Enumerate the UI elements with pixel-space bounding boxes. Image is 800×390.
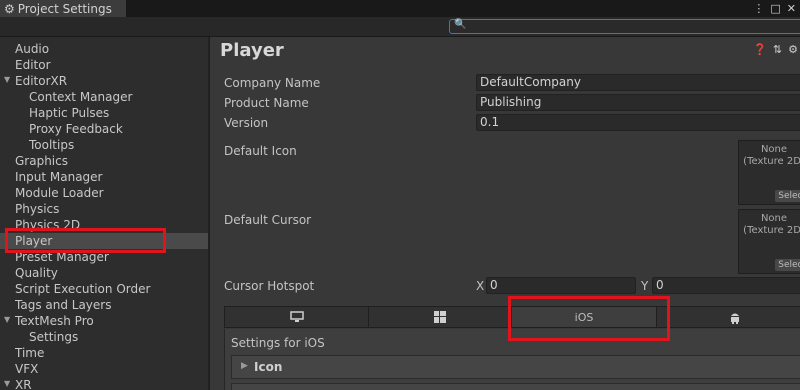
search-input[interactable]: 🔍 <box>449 19 800 34</box>
window-buttons: ⋮ □ ✕ <box>753 0 800 17</box>
sidebar-item-editorxr[interactable]: EditorXR <box>15 73 67 89</box>
player-highlight-box <box>5 228 166 253</box>
toolbar: 🔍 <box>0 17 800 37</box>
sidebar-item-time[interactable]: Time <box>15 345 44 361</box>
version-label: Version <box>224 116 269 130</box>
sidebar-item-haptic-pulses[interactable]: Haptic Pulses <box>29 105 109 121</box>
icon-foldout-label: Icon <box>254 360 283 374</box>
hotspot-x-field[interactable]: 0 <box>486 277 636 294</box>
select-texture-button[interactable]: Select <box>775 190 800 202</box>
title-bar: ⚙ Project Settings ⋮ □ ✕ <box>0 0 800 17</box>
sidebar-item-quality[interactable]: Quality <box>15 265 58 281</box>
foldout-arrow-icon: ▶ <box>241 361 248 371</box>
gear-icon: ⚙ <box>4 1 15 16</box>
sidebar-item-module-loader[interactable]: Module Loader <box>15 185 104 201</box>
maximize-icon[interactable]: □ <box>770 2 780 15</box>
settings-sidebar: Audio Editor ▼ EditorXR Context Manager … <box>0 37 209 390</box>
texture-none-text: None <box>760 144 788 155</box>
default-cursor-label: Default Cursor <box>224 213 312 227</box>
texture-none-text: None <box>760 213 788 224</box>
cursor-hotspot-label: Cursor Hotspot <box>224 279 315 293</box>
expand-arrow-icon[interactable]: ▼ <box>4 75 10 84</box>
default-icon-texture-slot[interactable]: None (Texture 2D) Select <box>738 140 800 205</box>
android-icon <box>731 313 739 324</box>
sidebar-item-graphics[interactable]: Graphics <box>15 153 68 169</box>
tab-standalone[interactable] <box>225 307 369 327</box>
sidebar-item-xr[interactable]: XR <box>15 377 32 390</box>
header-icons: ❓ ⇅ ⚙ <box>753 43 798 56</box>
project-settings-tab[interactable]: ⚙ Project Settings <box>0 0 126 17</box>
settings-for-label: Settings for iOS <box>231 336 325 350</box>
close-icon[interactable]: ✕ <box>787 2 796 15</box>
sidebar-item-audio[interactable]: Audio <box>15 41 49 57</box>
product-name-field[interactable]: Publishing <box>476 94 800 111</box>
expand-arrow-icon[interactable]: ▼ <box>4 315 10 324</box>
sidebar-item-settings[interactable]: Settings <box>29 329 78 345</box>
company-name-label: Company Name <box>224 76 321 90</box>
sidebar-item-input-manager[interactable]: Input Manager <box>15 169 103 185</box>
player-settings-panel: Player ❓ ⇅ ⚙ Company Name DefaultCompany… <box>210 37 800 390</box>
expand-arrow-icon[interactable]: ▼ <box>4 379 10 388</box>
window-title: Project Settings <box>17 1 112 16</box>
windows-icon <box>434 311 446 323</box>
product-name-label: Product Name <box>224 96 309 110</box>
hotspot-y-field[interactable]: 0 <box>652 277 800 294</box>
page-title: Player <box>220 40 284 61</box>
sidebar-item-vfx[interactable]: VFX <box>15 361 38 377</box>
hotspot-x-label: X <box>476 279 485 293</box>
sidebar-item-textmesh-pro[interactable]: TextMesh Pro <box>15 313 94 329</box>
default-icon-label: Default Icon <box>224 144 297 158</box>
settings-gear-icon[interactable]: ⚙ <box>788 43 798 56</box>
tab-android[interactable] <box>657 307 800 327</box>
version-field[interactable]: 0.1 <box>476 114 800 131</box>
tab-windows[interactable] <box>369 307 512 327</box>
search-icon: 🔍 <box>454 19 467 30</box>
default-cursor-texture-slot[interactable]: None (Texture 2D) Select <box>738 209 800 274</box>
sidebar-item-script-execution-order[interactable]: Script Execution Order <box>15 281 150 297</box>
company-name-field[interactable]: DefaultCompany <box>476 74 800 91</box>
next-foldout[interactable] <box>231 383 800 390</box>
hotspot-y-label: Y <box>641 279 649 293</box>
sidebar-item-context-manager[interactable]: Context Manager <box>29 89 132 105</box>
texture-type-text: (Texture 2D) <box>743 225 800 236</box>
more-vert-icon[interactable]: ⋮ <box>753 2 764 15</box>
ios-tab-highlight-box <box>508 296 670 341</box>
sidebar-item-proxy-feedback[interactable]: Proxy Feedback <box>29 121 123 137</box>
sidebar-item-editor[interactable]: Editor <box>15 57 51 73</box>
sidebar-item-physics[interactable]: Physics <box>15 201 59 217</box>
preset-icon[interactable]: ⇅ <box>773 43 782 56</box>
icon-foldout[interactable]: ▶ Icon <box>231 355 800 379</box>
texture-type-text: (Texture 2D) <box>743 156 800 167</box>
monitor-icon <box>289 311 304 322</box>
help-icon[interactable]: ❓ <box>753 43 767 56</box>
select-texture-button[interactable]: Select <box>775 259 800 271</box>
sidebar-item-tooltips[interactable]: Tooltips <box>29 137 74 153</box>
sidebar-item-tags-and-layers[interactable]: Tags and Layers <box>15 297 111 313</box>
